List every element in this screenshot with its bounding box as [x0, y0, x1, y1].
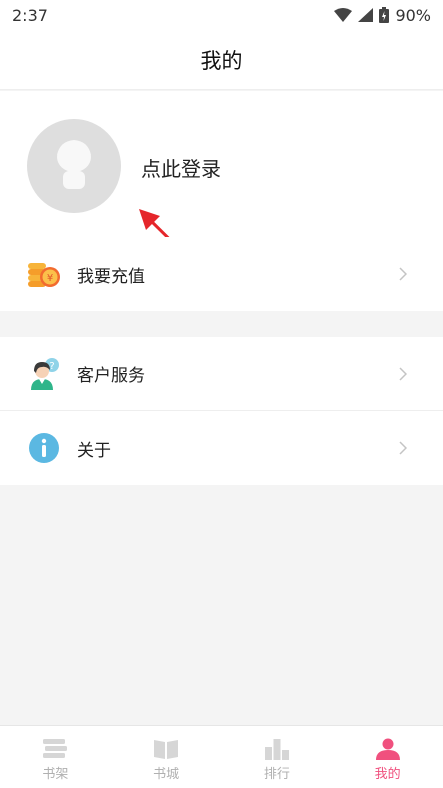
chevron-right-icon — [399, 267, 407, 281]
signal-icon — [358, 8, 374, 22]
tab-label: 书城 — [153, 767, 180, 782]
tab-bookstore[interactable]: 书城 — [111, 726, 222, 788]
tab-label: 排行 — [263, 767, 290, 782]
menu-label: 客户服务 — [77, 366, 145, 386]
info-icon — [27, 431, 61, 465]
status-bar: 2:37 90% — [0, 0, 443, 30]
tab-label: 书架 — [42, 767, 69, 782]
menu-item-recharge[interactable]: ¥ 我要充值 — [0, 237, 443, 311]
menu-item-customer-service[interactable]: ? 客户服务 — [0, 337, 443, 411]
menu-group-support: ? 客户服务 关于 — [0, 337, 443, 485]
svg-text:?: ? — [49, 361, 54, 372]
tab-bookshelf[interactable]: 书架 — [0, 726, 111, 788]
chevron-right-icon — [399, 367, 407, 381]
avatar[interactable] — [27, 119, 121, 213]
bookshelf-icon — [43, 739, 68, 758]
menu-label: 关于 — [77, 440, 111, 461]
menu-label: 我要充值 — [77, 266, 145, 287]
svg-text:¥: ¥ — [47, 273, 53, 284]
ranking-icon — [264, 739, 289, 760]
chevron-right-icon — [399, 441, 407, 455]
bottom-tab-bar: 书架 书城 排行 我的 — [0, 725, 443, 788]
profile-icon — [375, 738, 400, 760]
battery-percent: 90% — [395, 5, 431, 25]
coin-icon: ¥ — [27, 257, 61, 291]
tab-ranking[interactable]: 排行 — [222, 726, 333, 788]
default-avatar-icon — [57, 140, 91, 189]
battery-icon — [379, 7, 390, 23]
tab-label: 我的 — [374, 767, 401, 782]
customer-service-icon: ? — [27, 357, 61, 391]
status-time: 2:37 — [12, 5, 48, 25]
status-icons: 90% — [334, 6, 431, 25]
menu-group-recharge: ¥ 我要充值 — [0, 237, 443, 311]
login-link[interactable]: 点此登录 — [141, 153, 221, 182]
bookstore-icon — [154, 740, 179, 759]
title-bar: 我的 — [0, 30, 443, 90]
wifi-icon — [334, 8, 353, 22]
menu-item-about[interactable]: 关于 — [0, 411, 443, 485]
page-title: 我的 — [200, 48, 243, 73]
tab-profile[interactable]: 我的 — [332, 726, 443, 788]
